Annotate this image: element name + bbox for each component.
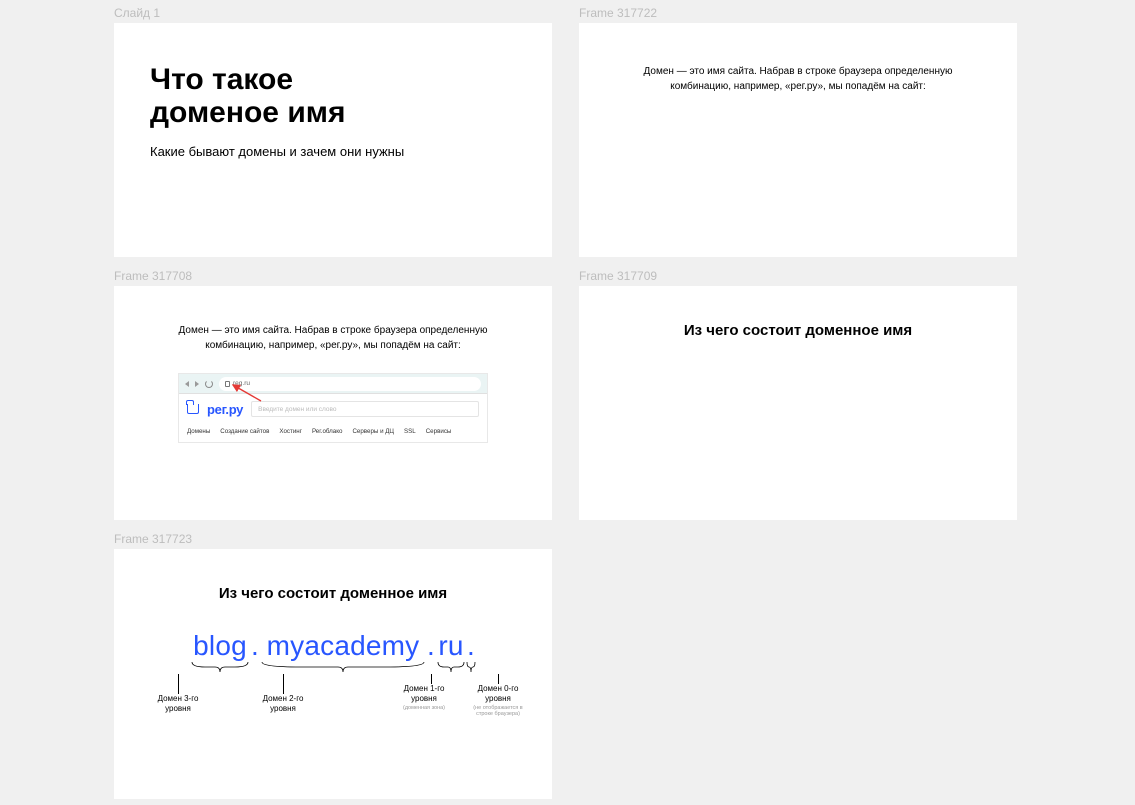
slide-3[interactable]: Домен — это имя сайта. Набрав в строке б… xyxy=(114,286,552,520)
brace-icon xyxy=(436,660,466,672)
nav-item: Сервисы xyxy=(426,428,452,435)
segment-label: Домен 2-гоуровня xyxy=(263,694,304,714)
nav-item: Серверы и ДЦ xyxy=(352,428,394,435)
slide-5[interactable]: Из чего состоит доменное имя blog . myac… xyxy=(114,549,552,799)
site-logo: рег.ру xyxy=(207,402,243,417)
domain-part: ru xyxy=(436,630,466,662)
url-text: reg.ru xyxy=(233,380,250,387)
slide-1[interactable]: Что такое доменое имя Какие бывают домен… xyxy=(114,23,552,257)
nav-item: Рег.облако xyxy=(312,428,343,435)
folder-icon xyxy=(187,404,199,414)
back-icon xyxy=(185,381,189,387)
nav-item: Создание сайтов xyxy=(220,428,269,435)
title-line: доменое имя xyxy=(150,96,345,129)
tick-line xyxy=(283,674,284,694)
spacer xyxy=(426,660,436,672)
bracket-row xyxy=(114,660,552,672)
slide-4[interactable]: Из чего состоит доменное имя xyxy=(579,286,1017,520)
segment-label: Домен 0-гоуровня xyxy=(478,684,519,704)
tick-line xyxy=(431,674,432,684)
frame-label: Слайд 1 xyxy=(114,6,160,20)
reload-icon xyxy=(205,380,213,388)
frame-label: Frame 317722 xyxy=(579,6,657,20)
nav-item: SSL xyxy=(404,428,416,435)
search-input: Введите домен или слово xyxy=(251,401,479,417)
nav-item: Домены xyxy=(187,428,210,435)
domain-part: myacademy xyxy=(260,630,426,662)
site-header: рег.ру Введите домен или слово xyxy=(179,394,487,424)
domain-dot: . xyxy=(250,630,260,662)
domain-part: blog xyxy=(190,630,250,662)
slide-description: Домен — это имя сайта. Набрав в строке б… xyxy=(168,324,498,353)
slide-2[interactable]: Домен — это имя сайта. Набрав в строке б… xyxy=(579,23,1017,257)
frame-label: Frame 317708 xyxy=(114,269,192,283)
slide-description: Домен — это имя сайта. Набрав в строке б… xyxy=(633,65,963,94)
frame-label: Frame 317709 xyxy=(579,269,657,283)
slide-heading: Из чего состоит доменное имя xyxy=(579,322,1017,339)
segment-note: (доменная зона) xyxy=(403,705,445,711)
tick-line xyxy=(498,674,499,684)
domain-example: blog . myacademy . ru . xyxy=(114,630,552,662)
spacer xyxy=(250,660,260,672)
domain-dot: . xyxy=(426,630,436,662)
slide-subtitle: Какие бывают домены и зачем они нужны xyxy=(150,143,410,161)
brace-icon xyxy=(466,660,476,672)
slide-title: Что такое доменое имя xyxy=(150,63,516,129)
url-field: reg.ru xyxy=(219,377,481,391)
segment-label: Домен 3-гоуровня xyxy=(158,694,199,714)
frame-label: Frame 317723 xyxy=(114,532,192,546)
browser-mock: reg.ru рег.ру Введите домен или слово До… xyxy=(178,373,488,443)
slide-heading: Из чего состоит доменное имя xyxy=(114,585,552,602)
domain-labels: Домен 3-гоуровня Домен 2-гоуровня Домен … xyxy=(114,674,552,718)
site-nav: Домены Создание сайтов Хостинг Рег.облак… xyxy=(179,424,487,442)
lock-icon xyxy=(225,381,230,387)
brace-icon xyxy=(260,660,426,672)
nav-item: Хостинг xyxy=(279,428,302,435)
title-line: Что такое xyxy=(150,63,293,96)
brace-icon xyxy=(190,660,250,672)
segment-note: (не отображается в строке браузера) xyxy=(470,705,526,718)
address-bar: reg.ru xyxy=(179,374,487,394)
forward-icon xyxy=(195,381,199,387)
segment-label: Домен 1-гоуровня xyxy=(404,684,445,704)
tick-line xyxy=(178,674,179,694)
domain-dot: . xyxy=(466,630,476,662)
